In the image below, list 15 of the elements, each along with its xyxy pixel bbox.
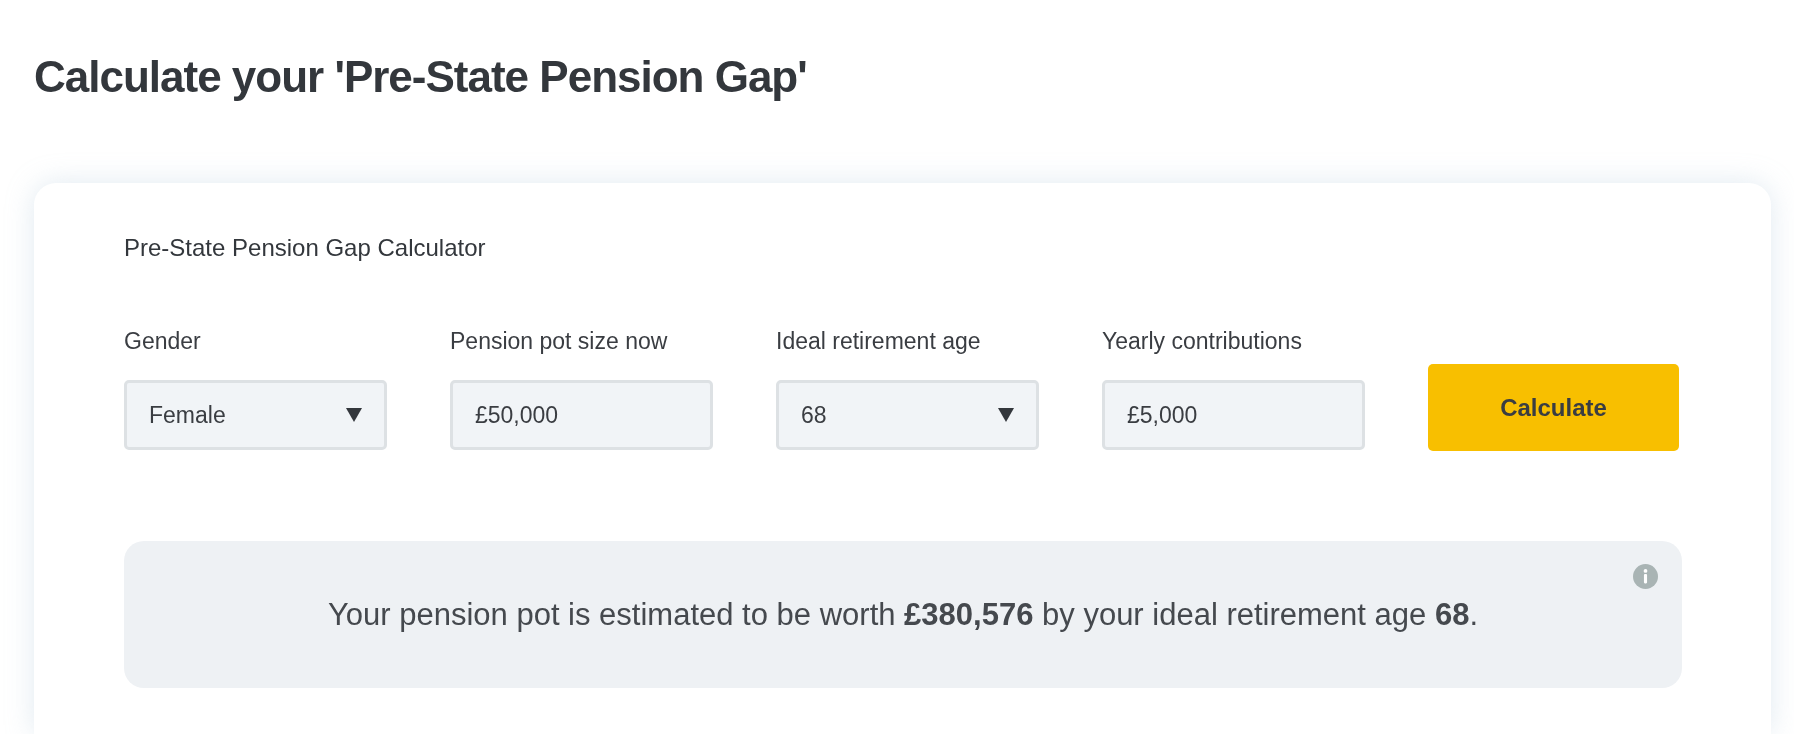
caret-icon [346,408,362,422]
page-title: Calculate your 'Pre-State Pension Gap' [34,51,807,103]
info-icon[interactable] [1633,564,1658,589]
field-label: Pension pot size now [450,327,668,356]
result-text: Your pension pot is estimated to be worth £380,576 by your ideal retirement age 68. [327,595,1479,634]
dropdown-field[interactable]: 68 [776,380,1039,450]
dropdown-field[interactable]: Female [124,380,387,450]
input-field[interactable]: £5,000 [1102,380,1365,450]
input-field[interactable]: £50,000 [450,380,713,450]
caret-icon [998,408,1014,422]
calculator-title: Pre-State Pension Gap Calculator [124,233,486,263]
field-label: Yearly contributions [1102,327,1302,356]
calculate-button[interactable]: Calculate [1428,364,1679,451]
field-label: Ideal retirement age [776,327,981,356]
field-label: Gender [124,327,201,356]
